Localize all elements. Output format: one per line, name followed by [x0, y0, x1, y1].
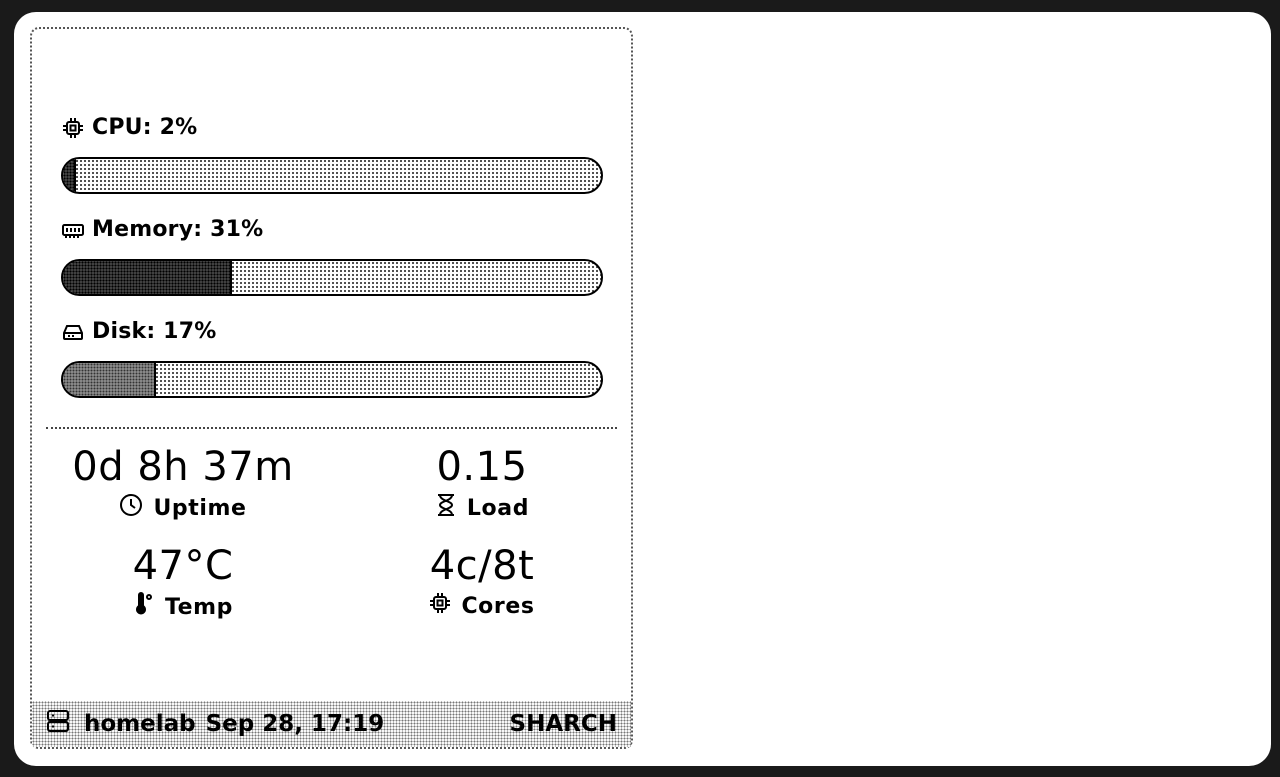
load-label: Load	[337, 493, 627, 523]
load-stat: 0.15 Load	[337, 445, 627, 523]
clock-icon	[119, 493, 143, 523]
thermometer-icon	[133, 592, 155, 622]
uptime-value: 0d 8h 37m	[72, 444, 294, 490]
cpu-progress-fill	[63, 159, 76, 192]
load-value: 0.15	[436, 444, 528, 490]
footer-datetime: Sep 28, 17:19	[205, 711, 385, 737]
footer-hostname: homelab	[84, 711, 196, 737]
footer-host-info: homelab Sep 28, 17:19	[46, 709, 384, 739]
hourglass-icon	[435, 493, 457, 523]
memory-label-text: Memory: 31%	[92, 217, 264, 242]
load-label-text: Load	[466, 495, 530, 521]
disk-progress-bar	[61, 361, 603, 398]
memory-icon	[62, 219, 84, 241]
status-footer: homelab Sep 28, 17:19 SHARCH	[32, 701, 631, 747]
disk-progress-fill	[63, 363, 157, 396]
disk-label-text: Disk: 17%	[92, 319, 217, 344]
section-divider	[46, 427, 617, 429]
cores-label-text: Cores	[461, 593, 535, 619]
footer-brand: SHARCH	[509, 711, 617, 737]
memory-progress-fill	[63, 261, 232, 294]
cpu-progress-bar	[61, 157, 603, 194]
cores-label: Cores	[337, 592, 627, 620]
cores-value: 4c/8t	[429, 543, 535, 589]
cores-stat: 4c/8t Cores	[337, 544, 627, 620]
memory-metric-label: Memory: 31%	[62, 217, 263, 242]
uptime-label: Uptime	[38, 493, 328, 523]
server-icon	[46, 709, 70, 739]
disk-icon	[62, 321, 84, 343]
uptime-label-text: Uptime	[153, 495, 247, 521]
device-screen: CPU: 2% Memory: 31% Disk: 17% 0d 8h 37m …	[14, 12, 1271, 766]
cpu-metric-label: CPU: 2%	[62, 115, 197, 140]
memory-progress-bar	[61, 259, 603, 296]
system-status-panel: CPU: 2% Memory: 31% Disk: 17% 0d 8h 37m …	[30, 27, 633, 749]
temp-label-text: Temp	[164, 594, 234, 620]
disk-metric-label: Disk: 17%	[62, 319, 216, 344]
temp-value: 47°C	[132, 543, 234, 589]
temp-stat: 47°C Temp	[38, 544, 328, 622]
cpu-label-text: CPU: 2%	[92, 115, 198, 140]
cpu-icon	[429, 592, 451, 620]
uptime-stat: 0d 8h 37m Uptime	[38, 445, 328, 523]
cpu-icon	[62, 117, 84, 139]
temp-label: Temp	[38, 592, 328, 622]
